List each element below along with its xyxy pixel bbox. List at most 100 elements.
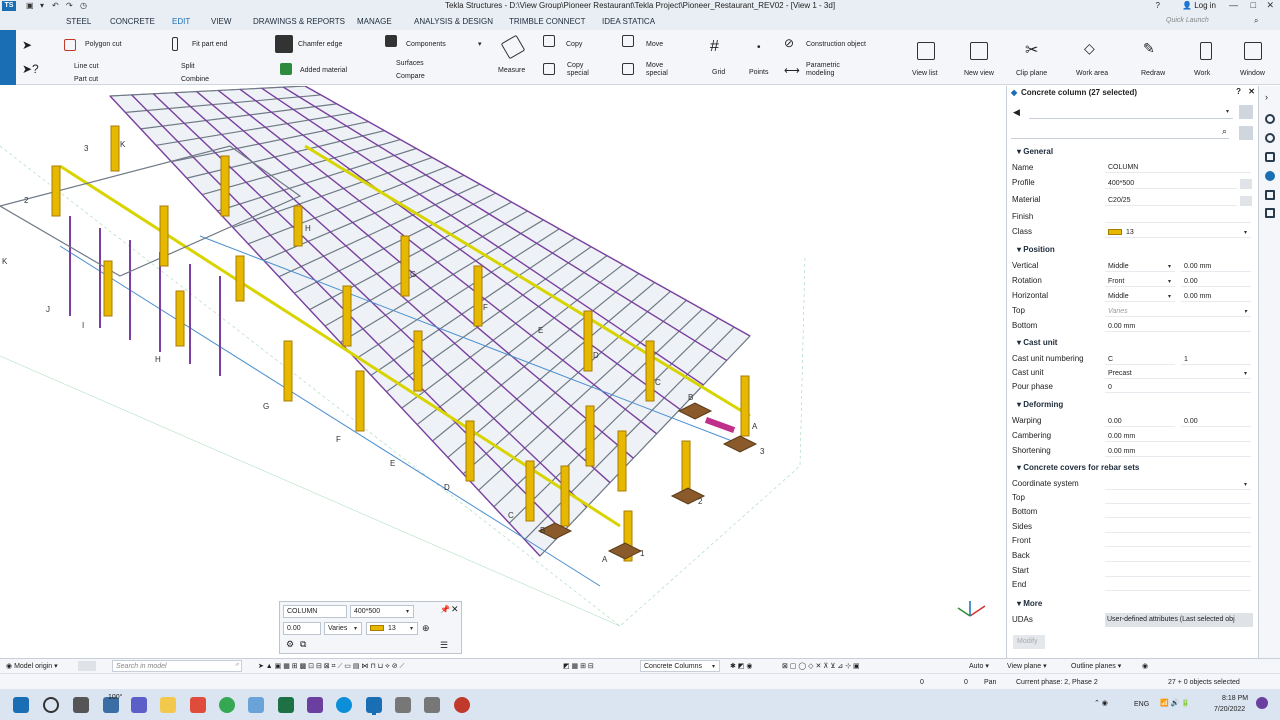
- measure-button[interactable]: Measure: [498, 67, 525, 74]
- rotation-offset-field[interactable]: 0.00: [1181, 276, 1251, 287]
- ct-value-field[interactable]: 0.00: [283, 622, 321, 635]
- save-settings-icon[interactable]: [1239, 105, 1253, 119]
- origin-options-button[interactable]: [78, 661, 96, 671]
- search-icon[interactable]: [43, 697, 59, 713]
- chamfer-edge-button[interactable]: Chamfer edge: [298, 41, 342, 48]
- components-dropdown-icon[interactable]: ▾: [478, 40, 482, 48]
- app-icon-4[interactable]: [454, 697, 470, 713]
- ct-profile-field[interactable]: 400*500 ▾: [350, 605, 414, 618]
- task-view-icon[interactable]: [73, 697, 89, 713]
- maximize-button[interactable]: □: [1251, 0, 1256, 10]
- modify-button[interactable]: Modify: [1013, 635, 1045, 649]
- search-icon[interactable]: ⌕: [1254, 16, 1258, 26]
- snap-tools[interactable]: ◩ ▦ ⊞ ⊟: [563, 662, 594, 670]
- outline-planes-select[interactable]: Outline planes ▾: [1068, 660, 1132, 672]
- work-area-button[interactable]: Work area: [1076, 70, 1108, 77]
- app-icon-2[interactable]: [395, 697, 411, 713]
- cover-back-field[interactable]: [1105, 551, 1251, 562]
- line-cut-button[interactable]: Line cut: [74, 63, 99, 70]
- profile-field[interactable]: 400*500: [1105, 178, 1237, 189]
- horizontal-select[interactable]: Middle ▾: [1105, 291, 1175, 302]
- profile-browse-button[interactable]: [1240, 179, 1252, 189]
- cover-sides-field[interactable]: [1105, 522, 1251, 533]
- cover-front-field[interactable]: [1105, 536, 1251, 547]
- app-icon-3[interactable]: [424, 697, 440, 713]
- bottom-field[interactable]: 0.00 mm: [1105, 321, 1251, 332]
- added-material-button[interactable]: Added material: [300, 67, 347, 74]
- file-explorer-icon[interactable]: [160, 697, 176, 713]
- section-general[interactable]: ▾ General: [1017, 147, 1053, 156]
- settings-dropdown[interactable]: ▾: [1029, 106, 1233, 119]
- clock-time[interactable]: 8:18 PM: [1222, 695, 1248, 702]
- windows-start-icon[interactable]: [13, 697, 29, 713]
- clip-plane-button[interactable]: Clip plane: [1016, 70, 1047, 77]
- cambering-field[interactable]: 0.00 mm: [1105, 431, 1251, 442]
- close-button[interactable]: ✕: [1266, 0, 1274, 11]
- tekla-taskbar-icon[interactable]: [366, 697, 382, 713]
- view-tools[interactable]: ✱ ◩ ◉: [730, 662, 752, 670]
- tray-icons[interactable]: ⌃ ◉: [1094, 699, 1108, 707]
- tab-idea-statica[interactable]: IDEA STATICA: [602, 17, 655, 26]
- cover-top-field[interactable]: [1105, 493, 1251, 504]
- view-list-button[interactable]: View list: [912, 70, 938, 77]
- ct-class-select[interactable]: 13 ▾: [366, 622, 418, 635]
- tab-manage[interactable]: MANAGE: [357, 17, 392, 26]
- cast-unit-prefix-field[interactable]: C: [1105, 354, 1175, 365]
- login-link[interactable]: 👤 Log in: [1182, 1, 1216, 10]
- section-position[interactable]: ▾ Position: [1017, 245, 1055, 254]
- cast-unit-start-field[interactable]: 1: [1181, 354, 1251, 365]
- move-special-button[interactable]: Move special: [646, 62, 686, 78]
- parametric-modeling-button[interactable]: Parametric modeling: [806, 62, 866, 78]
- chrome-icon[interactable]: [219, 697, 235, 713]
- close-icon[interactable]: ✕: [1248, 87, 1255, 96]
- globe-icon[interactable]: [1265, 133, 1275, 143]
- grid-icon[interactable]: [1265, 208, 1275, 218]
- notification-icon[interactable]: [1256, 697, 1268, 709]
- fit-part-end-button[interactable]: Fit part end: [192, 41, 227, 48]
- shortening-field[interactable]: 0.00 mm: [1105, 446, 1251, 457]
- copy-button[interactable]: Copy: [566, 41, 582, 48]
- copy-special-button[interactable]: Copy special: [567, 62, 607, 78]
- 3d-model-canvas[interactable]: K J I H G F E D C B A 1 2 3 A B C D E F G H 3 2 K: [0, 86, 1006, 658]
- cover-start-field[interactable]: [1105, 566, 1251, 577]
- section-more[interactable]: ▾ More: [1017, 599, 1042, 608]
- tab-drawings-reports[interactable]: DRAWINGS & REPORTS: [253, 17, 345, 26]
- snap-switches[interactable]: ⊠ ▢ ◯ ◇ ✕ ⊼ ⊻ ⊿ ⊹ ▣: [782, 662, 860, 670]
- expand-icon[interactable]: ⧉: [300, 639, 306, 650]
- settings-icon[interactable]: ⚙: [286, 639, 294, 650]
- excel-icon[interactable]: [278, 697, 294, 713]
- list-options-icon[interactable]: [1239, 126, 1253, 140]
- grid-button[interactable]: Grid: [712, 69, 725, 76]
- combine-button[interactable]: Combine: [181, 76, 209, 83]
- app-icon[interactable]: [307, 697, 323, 713]
- store-icon[interactable]: [190, 697, 206, 713]
- filter-input[interactable]: ⌕: [1011, 126, 1229, 139]
- polygon-cut-button[interactable]: Polygon cut: [85, 41, 122, 48]
- compare-button[interactable]: Compare: [396, 73, 425, 80]
- section-cast-unit[interactable]: ▾ Cast unit: [1017, 338, 1057, 347]
- tab-concrete[interactable]: CONCRETE: [110, 17, 155, 26]
- ribbon-side-strip[interactable]: [0, 30, 16, 85]
- close-icon[interactable]: ✕: [451, 604, 459, 615]
- ct-name-field[interactable]: COLUMN: [283, 605, 347, 618]
- window-button[interactable]: Window: [1240, 70, 1265, 77]
- work-button[interactable]: Work: [1194, 70, 1210, 77]
- split-button[interactable]: Split: [181, 63, 195, 70]
- network-sound-battery-icons[interactable]: 📶 🔊 🔋: [1160, 699, 1190, 707]
- rotation-select[interactable]: Front ▾: [1105, 276, 1175, 287]
- tab-edit[interactable]: EDIT: [172, 17, 190, 26]
- cast-unit-select[interactable]: Precast ▾: [1105, 368, 1251, 379]
- material-browse-button[interactable]: [1240, 196, 1252, 206]
- auto-select[interactable]: Auto ▾: [967, 660, 997, 672]
- finish-field[interactable]: [1105, 212, 1251, 223]
- back-arrow-icon[interactable]: ◀: [1013, 107, 1020, 118]
- redraw-button[interactable]: Redraw: [1141, 70, 1165, 77]
- cover-end-field[interactable]: [1105, 580, 1251, 591]
- help-icon[interactable]: ?: [1156, 1, 1160, 10]
- coordinate-system-select[interactable]: ▾: [1105, 479, 1251, 490]
- construction-object-button[interactable]: Construction object: [806, 41, 866, 48]
- components-button[interactable]: Components: [406, 41, 446, 48]
- eye-icon[interactable]: ◉: [1142, 662, 1148, 670]
- pin-icon[interactable]: 📌: [440, 605, 450, 614]
- photos-icon[interactable]: [248, 697, 264, 713]
